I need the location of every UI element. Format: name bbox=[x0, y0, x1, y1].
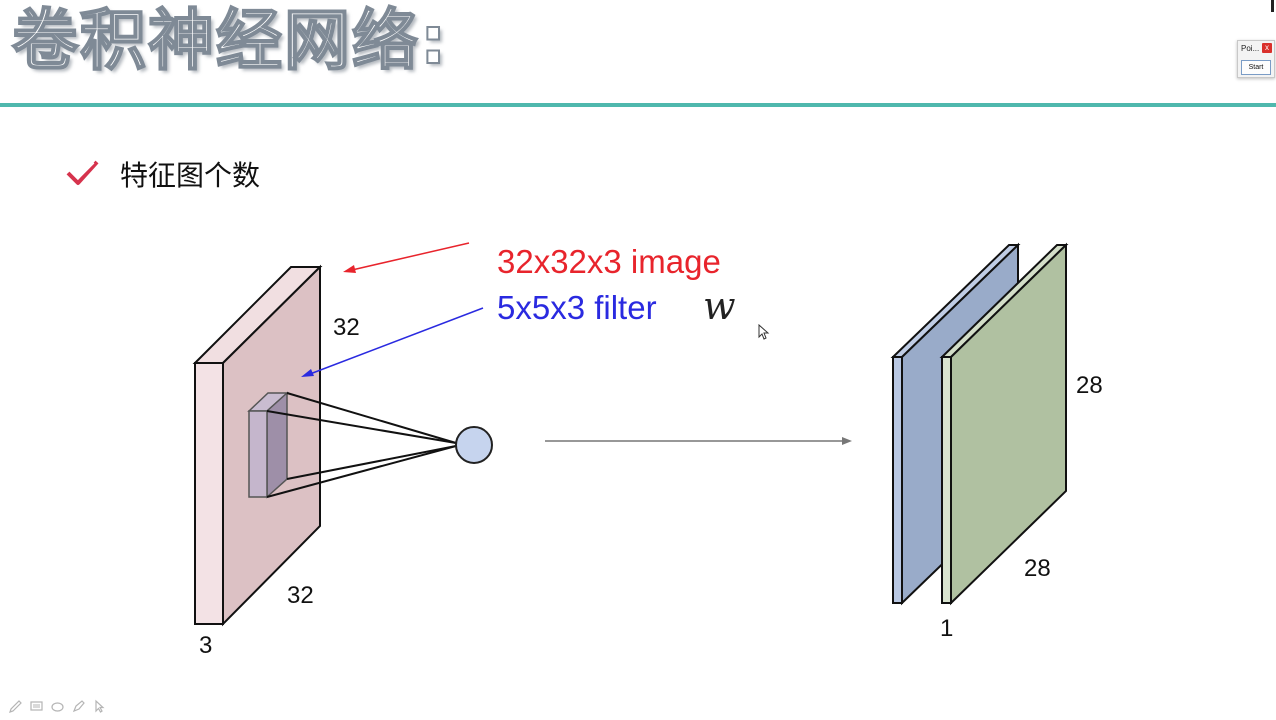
neuron-node bbox=[455, 426, 493, 464]
filter-pointer-arrow bbox=[301, 307, 484, 377]
image-pointer-arrow bbox=[343, 242, 470, 273]
input-depth-label: 3 bbox=[199, 632, 212, 659]
eraser-icon[interactable] bbox=[50, 699, 65, 714]
filter-cube bbox=[247, 391, 289, 499]
image-label: 32x32x3 image bbox=[497, 243, 721, 280]
start-button[interactable]: Start bbox=[1241, 60, 1271, 75]
filter-label: 5x5x3 filter bbox=[497, 289, 657, 326]
close-icon[interactable]: x bbox=[1262, 43, 1272, 53]
highlighter-icon[interactable] bbox=[71, 699, 86, 714]
filter-symbol: w bbox=[703, 284, 736, 328]
screen-icon[interactable] bbox=[29, 699, 44, 714]
mouse-cursor-icon bbox=[758, 324, 770, 340]
pointer-widget-title: Poi... bbox=[1241, 44, 1260, 53]
presentation-toolbar bbox=[8, 699, 107, 714]
output-width-label: 28 bbox=[1024, 555, 1051, 582]
input-height-label: 32 bbox=[333, 314, 360, 341]
pointer-widget: Poi... x Start bbox=[1237, 40, 1275, 78]
pointer-icon[interactable] bbox=[92, 699, 107, 714]
input-width-label: 32 bbox=[287, 582, 314, 609]
conv-diagram: 32x32x3 image 5x5x3 filter w 32 32 3 28 … bbox=[192, 242, 1103, 659]
output-height-label: 28 bbox=[1076, 372, 1103, 399]
pen-icon[interactable] bbox=[8, 699, 23, 714]
output-depth-label: 1 bbox=[940, 615, 953, 642]
window-edge-mark bbox=[1271, 0, 1274, 12]
